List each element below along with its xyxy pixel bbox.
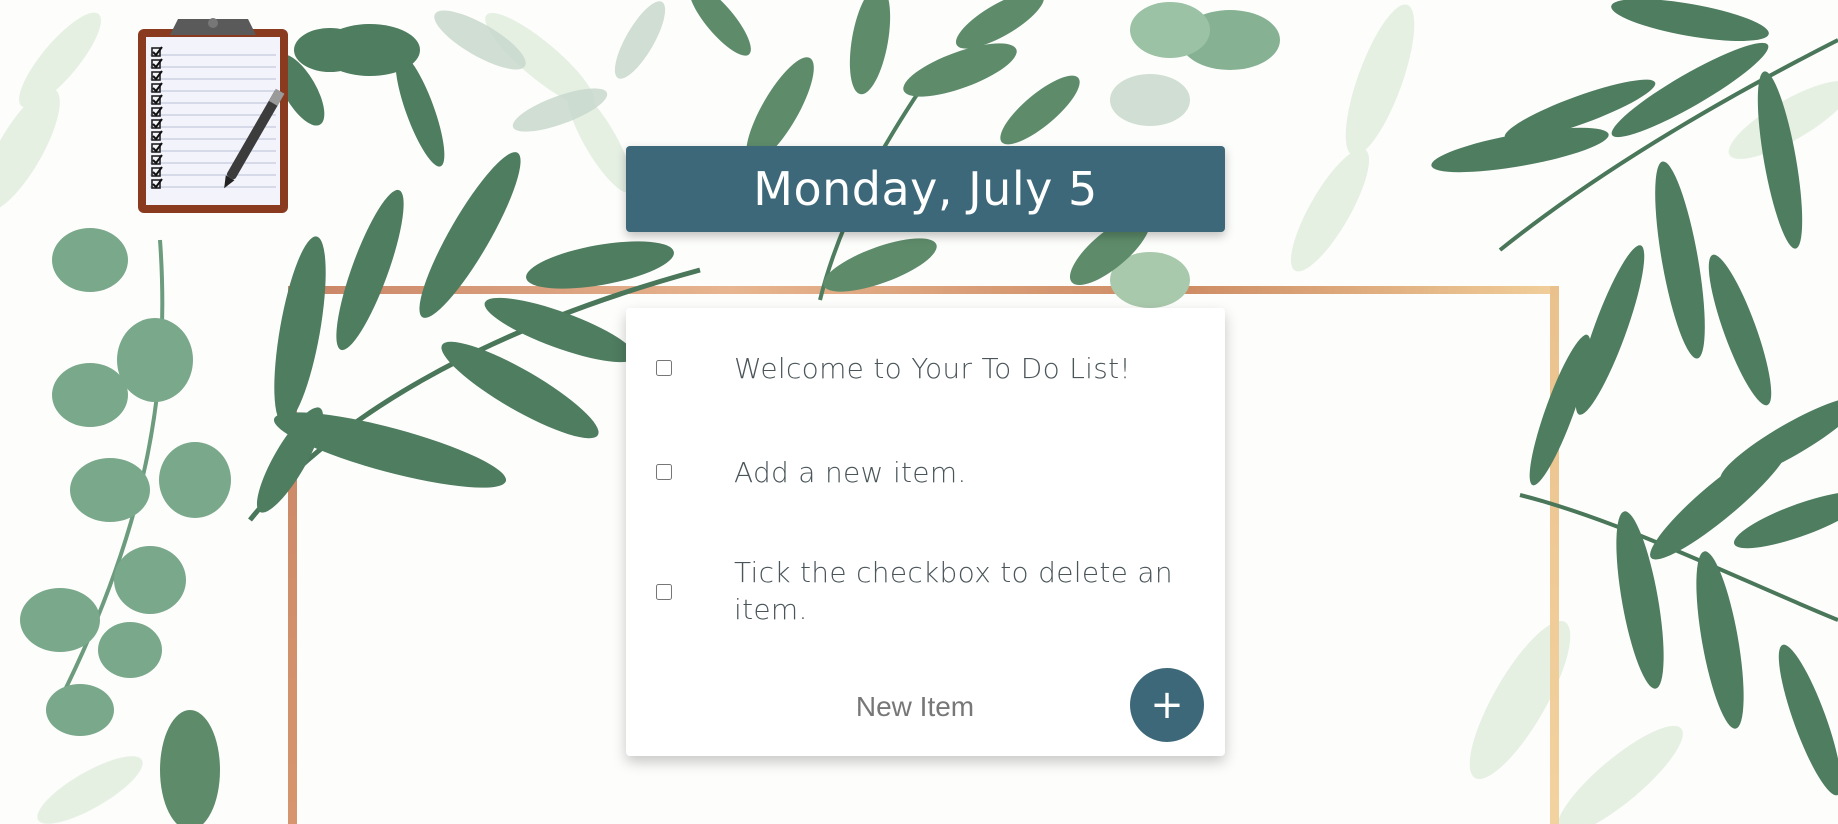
todo-item: Tick the checkbox to delete an item. (626, 546, 1225, 636)
add-item-button[interactable]: + (1130, 668, 1204, 742)
todo-item-label: Welcome to Your To Do List! (734, 352, 1131, 385)
date-heading: Monday, July 5 (626, 146, 1225, 232)
todo-item: Add a new item. (626, 446, 1225, 498)
todo-checkbox[interactable] (656, 464, 672, 480)
page: Monday, July 5 Welcome to Your To Do Lis… (0, 0, 1838, 824)
date-title: Monday, July 5 (753, 162, 1098, 216)
plus-icon: + (1150, 682, 1184, 728)
todo-checkbox[interactable] (656, 584, 672, 600)
todo-checkbox[interactable] (656, 360, 672, 376)
todo-card: Welcome to Your To Do List! Add a new it… (626, 308, 1225, 756)
clipboard-checklist-icon (138, 18, 288, 213)
todo-item-label: Add a new item. (734, 456, 967, 489)
new-item-form: + (626, 668, 1225, 744)
todo-item-label: Tick the checkbox to delete an item. (734, 556, 1173, 626)
new-item-input[interactable] (748, 686, 1082, 728)
todo-item: Welcome to Your To Do List! (626, 342, 1225, 394)
